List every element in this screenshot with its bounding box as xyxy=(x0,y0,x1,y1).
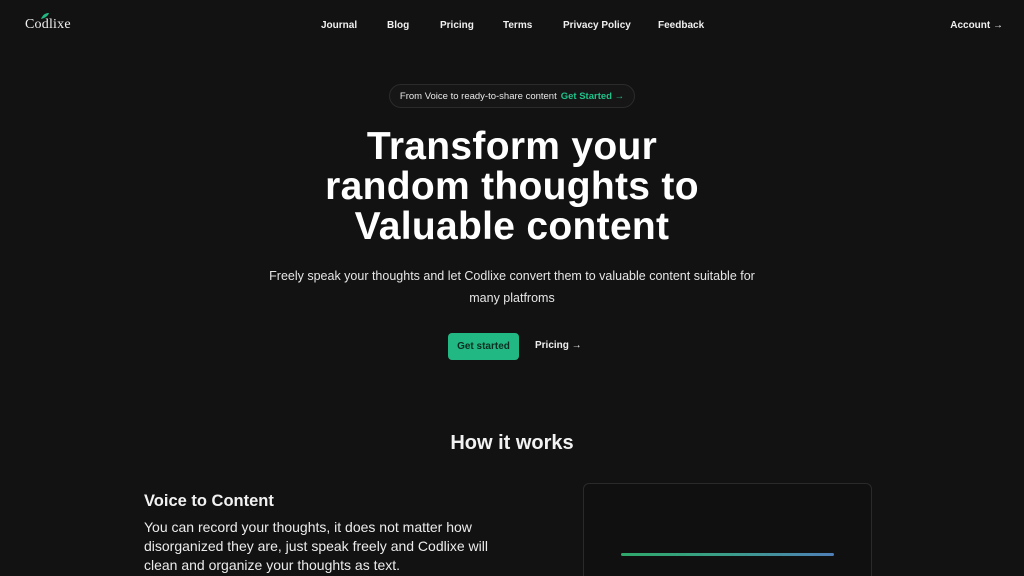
landing-page: Codlixe Journal Blog Pricing Terms Priva… xyxy=(0,0,1024,576)
nav-privacy-policy[interactable]: Privacy Policy xyxy=(563,20,631,31)
leaf-icon xyxy=(41,13,49,19)
nav-pricing[interactable]: Pricing xyxy=(440,20,474,31)
nav-journal[interactable]: Journal xyxy=(321,20,357,31)
nav-blog[interactable]: Blog xyxy=(387,20,409,31)
feature-description: You can record your thoughts, it does no… xyxy=(144,519,488,573)
voice-demo-card xyxy=(583,483,872,576)
feature-title: Voice to Content xyxy=(144,492,274,510)
hero-title: Transform your random thoughts to Valuab… xyxy=(212,127,812,247)
account-link[interactable]: Account → xyxy=(950,20,1003,31)
get-started-button[interactable]: Get started xyxy=(448,333,519,360)
nav-feedback[interactable]: Feedback xyxy=(658,20,704,31)
how-it-works-title: How it works xyxy=(450,432,574,454)
site-header: Codlixe Journal Blog Pricing Terms Priva… xyxy=(0,0,1024,54)
hero-title-line-1: Transform your xyxy=(366,125,658,168)
hero-title-line-2: random thoughts to xyxy=(325,165,699,208)
hero-title-line-3: Valuable content xyxy=(354,205,670,248)
pill-get-started-link[interactable]: Get Started → xyxy=(561,91,624,102)
pricing-link[interactable]: Pricing → xyxy=(535,340,582,351)
hero-subtitle: Freely speak your thoughts and let Codli… xyxy=(269,269,755,305)
nav-terms[interactable]: Terms xyxy=(503,20,532,31)
main-nav: Journal Blog Pricing Terms Privacy Polic… xyxy=(0,20,1024,36)
pill-text: From Voice to ready-to-share content xyxy=(399,90,557,102)
audio-waveform xyxy=(621,553,834,556)
announcement-pill[interactable]: From Voice to ready-to-share content Get… xyxy=(389,84,635,108)
